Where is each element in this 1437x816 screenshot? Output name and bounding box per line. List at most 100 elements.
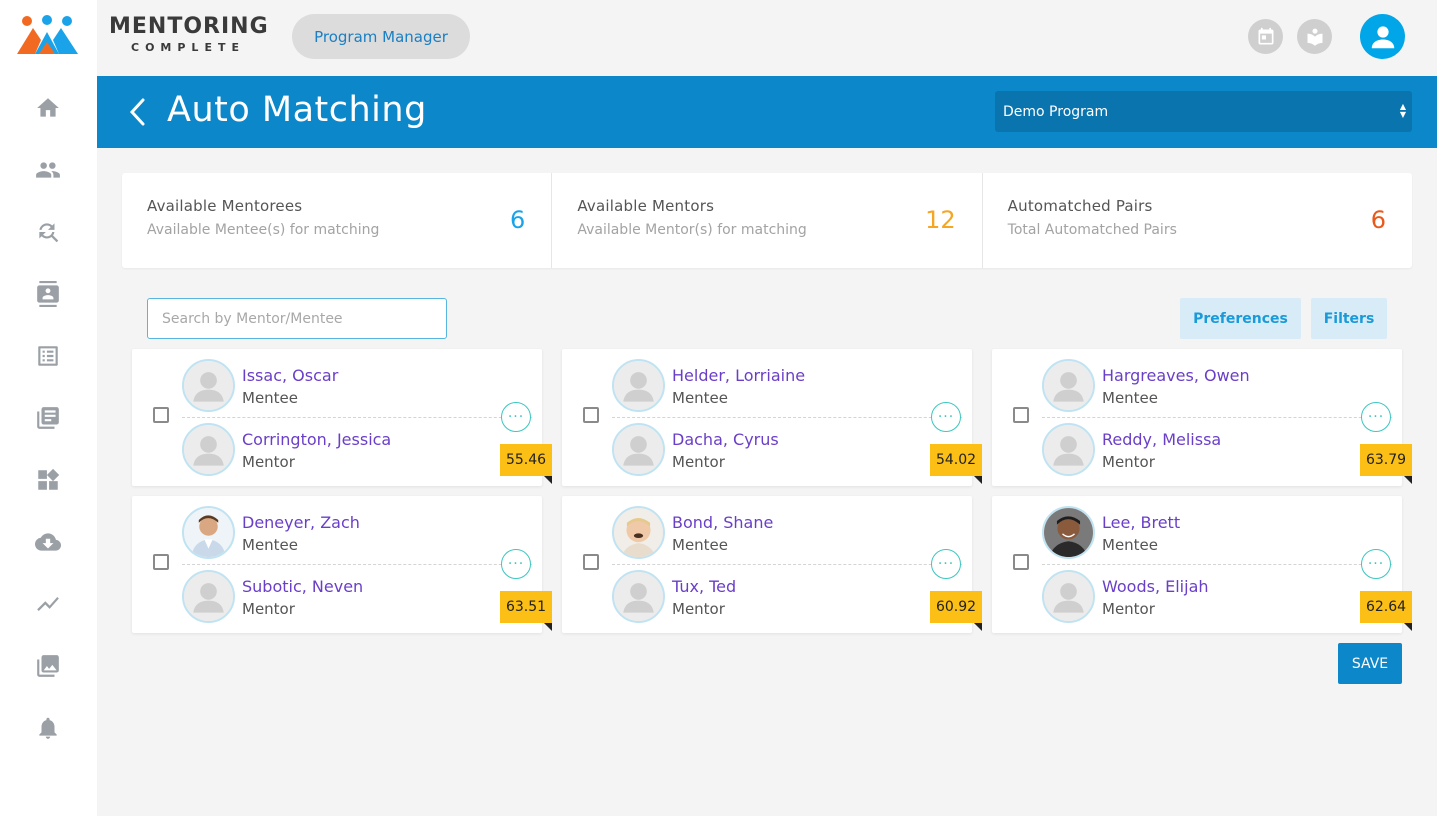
mentor-name-link[interactable]: Dacha, Cyrus [672, 430, 779, 449]
mentor-avatar[interactable] [612, 423, 665, 476]
mentor-name-link[interactable]: Woods, Elijah [1102, 577, 1209, 596]
nav-cloud-download-icon[interactable] [34, 528, 62, 556]
select-pair-checkbox[interactable] [1013, 407, 1029, 423]
select-pair-checkbox[interactable] [153, 554, 169, 570]
match-score-badge: 60.92 [930, 591, 982, 623]
mentor-role-label: Mentor [242, 600, 295, 618]
match-card: Helder, Lorriaine Mentee Dacha, Cyrus Mento… [562, 349, 982, 486]
nav-users-icon[interactable] [34, 156, 62, 184]
program-select-value: Demo Program [1003, 103, 1109, 120]
mentee-name-link[interactable]: Helder, Lorriaine [672, 366, 805, 385]
nav-home-icon[interactable] [34, 94, 62, 122]
brand-wordmark[interactable]: MENTORING COMPLETE [109, 14, 269, 55]
nav-list-icon[interactable] [34, 342, 62, 370]
mentor-name-link[interactable]: Tux, Ted [672, 577, 736, 596]
mentor-name-link[interactable]: Subotic, Neven [242, 577, 363, 596]
search-input[interactable] [147, 298, 447, 339]
stats-panel: Available Mentorees Available Mentee(s) … [122, 173, 1412, 268]
more-options-icon[interactable]: ··· [931, 549, 961, 579]
more-options-icon[interactable]: ··· [501, 549, 531, 579]
role-switch-button[interactable]: Program Manager [292, 14, 470, 59]
stat-title: Available Mentorees [147, 197, 303, 215]
match-card: Issac, Oscar Mentee Corrington, Jessica Men… [132, 349, 552, 486]
mentee-name-link[interactable]: Hargreaves, Owen [1102, 366, 1250, 385]
select-pair-checkbox[interactable] [583, 407, 599, 423]
match-score-badge: 63.51 [500, 591, 552, 623]
score-corner-tip [974, 623, 982, 631]
calendar-icon[interactable] [1248, 19, 1283, 54]
mentor-role-label: Mentor [242, 453, 295, 471]
title-bar: Auto Matching Demo Program ▲ ▼ [97, 76, 1437, 148]
score-corner-tip [1404, 476, 1412, 484]
nav-match-search-icon[interactable] [34, 218, 62, 246]
select-pair-checkbox[interactable] [153, 407, 169, 423]
match-card: Lee, Brett Mentee Woods, Elijah Mentor ··· 62… [992, 496, 1412, 633]
more-options-icon[interactable]: ··· [1361, 549, 1391, 579]
mentee-role-label: Mentee [242, 536, 299, 554]
select-pair-checkbox[interactable] [1013, 554, 1029, 570]
more-options-icon[interactable]: ··· [931, 402, 961, 432]
score-corner-tip [974, 476, 982, 484]
stat-subtitle: Available Mentee(s) for matching [147, 222, 380, 238]
stat-automatched-pairs: Automatched Pairs Total Automatched Pair… [983, 173, 1412, 268]
filters-button[interactable]: Filters [1311, 298, 1387, 339]
nav-collections-icon[interactable] [34, 652, 62, 680]
resources-book-icon[interactable] [1297, 19, 1332, 54]
nav-contacts-icon[interactable] [34, 280, 62, 308]
score-corner-tip [1404, 623, 1412, 631]
mentor-name-link[interactable]: Corrington, Jessica [242, 430, 391, 449]
match-score-badge: 55.46 [500, 444, 552, 476]
mentor-avatar[interactable] [182, 423, 235, 476]
mentee-avatar[interactable] [612, 359, 665, 412]
mentor-avatar[interactable] [182, 570, 235, 623]
mentee-role-label: Mentee [242, 389, 299, 407]
mentor-avatar[interactable] [612, 570, 665, 623]
pair-divider [1042, 564, 1392, 565]
mentee-avatar[interactable] [182, 359, 235, 412]
pair-divider [612, 417, 962, 418]
nav-notifications-icon[interactable] [34, 714, 62, 742]
mentee-avatar[interactable] [1042, 359, 1095, 412]
back-arrow-icon[interactable] [125, 96, 151, 128]
nav-library-icon[interactable] [34, 404, 62, 432]
stat-value: 6 [1370, 206, 1386, 234]
mentee-name-link[interactable]: Bond, Shane [672, 513, 773, 532]
brand-main: MENTORING [109, 14, 269, 39]
pair-divider [182, 417, 532, 418]
mentee-name-link[interactable]: Deneyer, Zach [242, 513, 360, 532]
score-corner-tip [544, 476, 552, 484]
program-select[interactable]: Demo Program ▲ ▼ [995, 91, 1412, 132]
more-options-icon[interactable]: ··· [501, 402, 531, 432]
pair-divider [1042, 417, 1392, 418]
mentee-avatar[interactable] [1042, 506, 1095, 559]
more-options-icon[interactable]: ··· [1361, 402, 1391, 432]
brand-sub: COMPLETE [131, 41, 245, 54]
mentor-role-label: Mentor [1102, 600, 1155, 618]
stat-value: 12 [925, 206, 956, 234]
mentee-name-link[interactable]: Issac, Oscar [242, 366, 338, 385]
top-header: MENTORING COMPLETE Program Manager [97, 0, 1437, 76]
mentee-avatar[interactable] [612, 506, 665, 559]
pair-divider [182, 564, 532, 565]
mentor-avatar[interactable] [1042, 423, 1095, 476]
stat-value: 6 [510, 206, 526, 234]
stat-subtitle: Total Automatched Pairs [1007, 222, 1177, 238]
mentee-role-label: Mentee [1102, 536, 1159, 554]
page-title: Auto Matching [167, 90, 427, 130]
match-card: Hargreaves, Owen Mentee Reddy, Melissa Ment… [992, 349, 1412, 486]
mentor-name-link[interactable]: Reddy, Melissa [1102, 430, 1221, 449]
mentee-name-link[interactable]: Lee, Brett [1102, 513, 1180, 532]
mentor-avatar[interactable] [1042, 570, 1095, 623]
save-button[interactable]: SAVE [1338, 643, 1402, 684]
sidebar [0, 0, 97, 816]
mentoring-logo[interactable] [15, 14, 80, 58]
mentor-role-label: Mentor [672, 453, 725, 471]
score-corner-tip [544, 623, 552, 631]
nav-widgets-icon[interactable] [34, 466, 62, 494]
select-pair-checkbox[interactable] [583, 554, 599, 570]
nav-analytics-icon[interactable] [34, 590, 62, 618]
mentee-avatar[interactable] [182, 506, 235, 559]
profile-avatar-icon[interactable] [1360, 14, 1405, 59]
pair-divider [612, 564, 962, 565]
preferences-button[interactable]: Preferences [1180, 298, 1301, 339]
